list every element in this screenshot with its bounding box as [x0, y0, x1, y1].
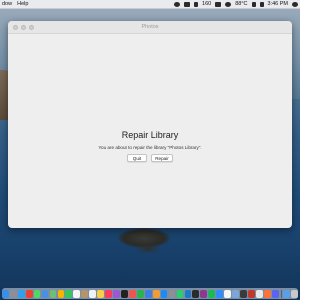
- photos-icon[interactable]: [57, 289, 65, 298]
- app-store-icon[interactable]: [160, 289, 168, 298]
- repair-button[interactable]: Repair: [151, 154, 173, 162]
- wifi-icon[interactable]: [251, 1, 256, 7]
- trash-icon[interactable]: [291, 289, 299, 298]
- firefox-icon[interactable]: [263, 289, 271, 298]
- siri-icon[interactable]: [292, 1, 298, 7]
- page-title: Repair Library: [121, 130, 179, 140]
- tv-icon[interactable]: [121, 289, 128, 298]
- repair-message: You are about to repair the library “Pho…: [98, 145, 202, 150]
- menu-bar: dow Help 160 88°C 3:46 PM: [0, 0, 300, 9]
- maps-icon[interactable]: [49, 289, 57, 298]
- downloads-folder-icon[interactable]: [283, 289, 291, 298]
- mail-icon[interactable]: [41, 289, 49, 298]
- calendar-icon[interactable]: [73, 289, 81, 298]
- discord-icon[interactable]: [271, 289, 279, 298]
- pages-icon[interactable]: [152, 289, 160, 298]
- photos-window: Photos Repair Library You are about to r…: [8, 21, 292, 228]
- menu-bar-left: dow Help: [2, 1, 28, 7]
- safari-icon[interactable]: [17, 289, 25, 298]
- notes-icon[interactable]: [97, 289, 104, 298]
- chrome-icon[interactable]: [25, 289, 33, 298]
- spotify-icon[interactable]: [208, 289, 216, 298]
- menu-clock[interactable]: 3:46 PM: [268, 1, 288, 7]
- podcasts-icon[interactable]: [113, 289, 120, 298]
- terminal-icon[interactable]: [192, 289, 200, 298]
- vscode-icon[interactable]: [184, 289, 192, 298]
- messages-icon[interactable]: [33, 289, 41, 298]
- news-icon[interactable]: [128, 289, 136, 298]
- temperature-label[interactable]: 88°C: [235, 1, 247, 7]
- temperature-icon[interactable]: [225, 1, 232, 7]
- music-icon[interactable]: [105, 289, 112, 298]
- preview-icon[interactable]: [232, 289, 239, 298]
- slack-icon[interactable]: [200, 289, 208, 298]
- cloud-icon[interactable]: [184, 1, 191, 7]
- dock: [1, 288, 299, 299]
- zoom-icon[interactable]: [216, 289, 224, 298]
- facetime-icon[interactable]: [65, 289, 73, 298]
- desktop: dow Help 160 88°C 3:46 PM Photos Repair …: [0, 0, 300, 300]
- system-preferences-icon[interactable]: [168, 289, 176, 298]
- button-row: Quit Repair: [8, 154, 292, 162]
- notion-icon[interactable]: [224, 289, 231, 298]
- menu-bar-status: 160 88°C 3:46 PM: [174, 1, 298, 7]
- numbers-icon[interactable]: [136, 289, 144, 298]
- menu-window[interactable]: dow: [2, 1, 12, 7]
- whatsapp-icon[interactable]: [176, 289, 184, 298]
- window-title: Photos: [141, 24, 159, 30]
- keynote-icon[interactable]: [144, 289, 152, 298]
- finder-icon[interactable]: [1, 289, 9, 298]
- textedit-icon[interactable]: [255, 289, 263, 298]
- launchpad-icon[interactable]: [9, 289, 17, 298]
- status-dot-icon[interactable]: [174, 1, 181, 7]
- quit-button[interactable]: Quit: [127, 154, 147, 162]
- photo-booth-icon[interactable]: [248, 289, 255, 298]
- battery-label[interactable]: 160: [202, 1, 211, 7]
- activity-monitor-icon[interactable]: [240, 289, 247, 298]
- reminders-icon[interactable]: [89, 289, 97, 298]
- menu-help[interactable]: Help: [17, 1, 28, 7]
- wallpaper-island-rock: [135, 244, 161, 254]
- control-center-icon[interactable]: [259, 1, 264, 7]
- screen-icon[interactable]: [194, 1, 199, 7]
- contacts-icon[interactable]: [81, 289, 89, 298]
- repair-library-panel: Repair Library You are about to repair t…: [8, 33, 292, 228]
- battery-icon[interactable]: [215, 1, 222, 7]
